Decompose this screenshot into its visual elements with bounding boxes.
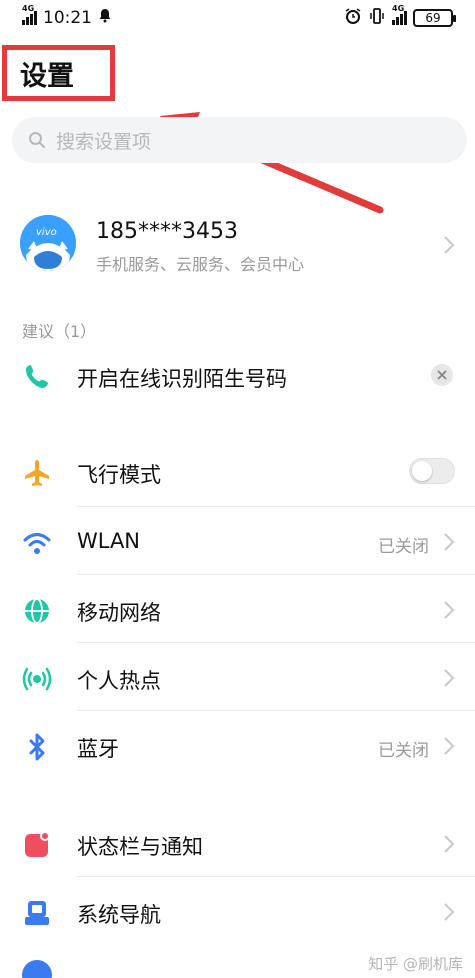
bluetooth-icon — [29, 733, 45, 761]
divider — [76, 574, 475, 575]
close-icon — [437, 370, 447, 380]
setting-status: 已关闭 — [378, 537, 429, 557]
account-entry[interactable]: vivo 185****3453 手机服务、云服务、会员中心 — [0, 203, 475, 293]
settings-screen: 4G 10:21 4G 69 设置 搜索设置项 vivo 185****3453… — [0, 0, 475, 978]
notification-icon — [25, 831, 50, 857]
status-time: 10:21 — [43, 8, 92, 28]
phone-icon — [26, 365, 48, 388]
chevron-right-icon — [444, 669, 455, 687]
vibrate-icon — [368, 7, 386, 30]
chevron-right-icon — [444, 601, 455, 619]
alarm-icon — [344, 7, 362, 30]
setting-label: 状态栏与通知 — [77, 835, 203, 859]
search-icon — [29, 132, 45, 148]
watermark: 知乎 @刷机库 — [368, 955, 463, 973]
avatar-brand: vivo — [36, 227, 57, 238]
chevron-right-icon — [444, 236, 455, 254]
navigation-icon — [25, 901, 49, 925]
setting-row-wlan[interactable]: WLAN 已关闭 — [0, 512, 475, 572]
setting-row-navigation[interactable]: 系统导航 — [0, 882, 475, 942]
chevron-right-icon — [444, 533, 455, 551]
signal-icon: 4G — [22, 4, 37, 25]
status-bar: 4G 10:21 4G 69 — [0, 0, 475, 36]
suggestion-item[interactable]: 开启在线识别陌生号码 — [0, 346, 475, 406]
chevron-right-icon — [444, 903, 455, 921]
setting-status: 已关闭 — [378, 741, 429, 761]
partial-next-row-icon — [22, 960, 52, 978]
setting-row-bluetooth[interactable]: 蓝牙 已关闭 — [0, 716, 475, 776]
setting-row-notifications[interactable]: 状态栏与通知 — [0, 814, 475, 874]
signal-icon-2: 4G — [392, 4, 407, 25]
airplane-icon — [25, 460, 49, 486]
bell-icon — [98, 8, 112, 28]
search-placeholder: 搜索设置项 — [56, 130, 152, 153]
divider — [76, 710, 475, 711]
wifi-icon — [23, 533, 51, 554]
setting-row-airplane[interactable]: 飞行模式 — [0, 442, 475, 502]
avatar: vivo — [20, 215, 76, 271]
chevron-right-icon — [444, 737, 455, 755]
setting-row-mobile-network[interactable]: 移动网络 — [0, 580, 475, 640]
setting-label: WLAN — [77, 529, 141, 553]
setting-label: 个人热点 — [77, 669, 161, 693]
setting-label: 飞行模式 — [77, 463, 161, 487]
setting-label: 系统导航 — [77, 903, 161, 927]
suggestion-label: 开启在线识别陌生号码 — [77, 367, 287, 391]
divider — [76, 506, 475, 507]
account-subtitle: 手机服务、云服务、会员中心 — [96, 255, 305, 274]
airplane-toggle[interactable] — [409, 458, 455, 484]
globe-icon — [25, 598, 49, 624]
dismiss-button[interactable] — [431, 364, 453, 386]
divider — [76, 876, 475, 877]
hotspot-icon — [22, 667, 52, 691]
account-name: 185****3453 — [96, 219, 238, 244]
divider — [76, 642, 475, 643]
battery-indicator: 69 — [413, 9, 456, 27]
annotation-highlight-box — [2, 45, 115, 101]
setting-label: 蓝牙 — [77, 737, 119, 761]
suggestions-header: 建议（1） — [22, 322, 97, 341]
setting-row-hotspot[interactable]: 个人热点 — [0, 648, 475, 708]
search-input[interactable]: 搜索设置项 — [12, 117, 467, 163]
setting-label: 移动网络 — [77, 601, 161, 625]
chevron-right-icon — [444, 835, 455, 853]
